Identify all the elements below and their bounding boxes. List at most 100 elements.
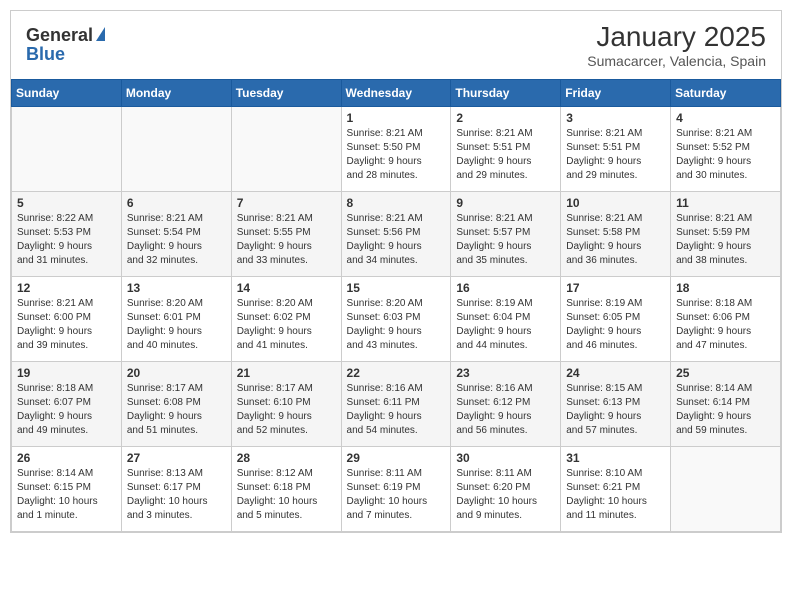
cell-line-14-2: Daylight: 9 hours bbox=[237, 326, 312, 337]
cell-line-29-3: and 7 minutes. bbox=[347, 510, 413, 521]
cell-line-17-2: Daylight: 9 hours bbox=[566, 326, 641, 337]
cell-line-31-1: Sunset: 6:21 PM bbox=[566, 482, 640, 493]
cell-line-9-1: Sunset: 5:57 PM bbox=[456, 227, 530, 238]
calendar-container: General Blue January 2025 Sumacarcer, Va… bbox=[10, 10, 782, 533]
header-monday: Monday bbox=[121, 80, 231, 107]
cell-line-30-3: and 9 minutes. bbox=[456, 510, 522, 521]
week-row-4: 19Sunrise: 8:18 AMSunset: 6:07 PMDayligh… bbox=[12, 362, 781, 447]
cell-line-2-2: Daylight: 9 hours bbox=[456, 156, 531, 167]
cell-content-24: Sunrise: 8:15 AMSunset: 6:13 PMDaylight:… bbox=[566, 382, 665, 438]
day-number-5: 5 bbox=[17, 196, 116, 210]
cell-content-22: Sunrise: 8:16 AMSunset: 6:11 PMDaylight:… bbox=[347, 382, 446, 438]
cell-content-31: Sunrise: 8:10 AMSunset: 6:21 PMDaylight:… bbox=[566, 467, 665, 523]
cell-line-7-0: Sunrise: 8:21 AM bbox=[237, 213, 313, 224]
cell-line-26-0: Sunrise: 8:14 AM bbox=[17, 468, 93, 479]
calendar-cell-w5d2: 27Sunrise: 8:13 AMSunset: 6:17 PMDayligh… bbox=[121, 447, 231, 532]
cell-content-5: Sunrise: 8:22 AMSunset: 5:53 PMDaylight:… bbox=[17, 212, 116, 268]
day-number-22: 22 bbox=[347, 366, 446, 380]
cell-line-12-3: and 39 minutes. bbox=[17, 340, 88, 351]
cell-line-5-2: Daylight: 9 hours bbox=[17, 241, 92, 252]
cell-content-28: Sunrise: 8:12 AMSunset: 6:18 PMDaylight:… bbox=[237, 467, 336, 523]
header-tuesday: Tuesday bbox=[231, 80, 341, 107]
week-row-5: 26Sunrise: 8:14 AMSunset: 6:15 PMDayligh… bbox=[12, 447, 781, 532]
cell-content-15: Sunrise: 8:20 AMSunset: 6:03 PMDaylight:… bbox=[347, 297, 446, 353]
calendar-cell-w1d3 bbox=[231, 107, 341, 192]
cell-content-2: Sunrise: 8:21 AMSunset: 5:51 PMDaylight:… bbox=[456, 127, 555, 183]
cell-line-25-2: Daylight: 9 hours bbox=[676, 411, 751, 422]
cell-content-1: Sunrise: 8:21 AMSunset: 5:50 PMDaylight:… bbox=[347, 127, 446, 183]
cell-line-31-3: and 11 minutes. bbox=[566, 510, 636, 521]
cell-line-16-0: Sunrise: 8:19 AM bbox=[456, 298, 532, 309]
calendar-cell-w2d7: 11Sunrise: 8:21 AMSunset: 5:59 PMDayligh… bbox=[671, 192, 781, 277]
day-number-31: 31 bbox=[566, 451, 665, 465]
cell-line-14-0: Sunrise: 8:20 AM bbox=[237, 298, 313, 309]
cell-line-24-2: Daylight: 9 hours bbox=[566, 411, 641, 422]
cell-line-16-1: Sunset: 6:04 PM bbox=[456, 312, 530, 323]
cell-line-20-3: and 51 minutes. bbox=[127, 425, 198, 436]
calendar-cell-w5d1: 26Sunrise: 8:14 AMSunset: 6:15 PMDayligh… bbox=[12, 447, 122, 532]
cell-line-12-2: Daylight: 9 hours bbox=[17, 326, 92, 337]
cell-line-4-3: and 30 minutes. bbox=[676, 170, 747, 181]
calendar-cell-w4d6: 24 Sunrise: 8:15 AMSunset: 6:13 PMDayligh… bbox=[561, 362, 671, 447]
cell-line-19-0: Sunrise: 8:18 AM bbox=[17, 383, 93, 394]
cell-content-19: Sunrise: 8:18 AMSunset: 6:07 PMDaylight:… bbox=[17, 382, 116, 438]
cell-line-30-1: Sunset: 6:20 PM bbox=[456, 482, 530, 493]
cell-line-15-3: and 43 minutes. bbox=[347, 340, 418, 351]
cell-content-29: Sunrise: 8:11 AMSunset: 6:19 PMDaylight:… bbox=[347, 467, 446, 523]
cell-line-19-3: and 49 minutes. bbox=[17, 425, 88, 436]
cell-line-31-0: Sunrise: 8:10 AM bbox=[566, 468, 642, 479]
logo-blue: Blue bbox=[26, 44, 65, 65]
cell-line-6-1: Sunset: 5:54 PM bbox=[127, 227, 201, 238]
cell-line-5-1: Sunset: 5:53 PM bbox=[17, 227, 91, 238]
calendar-cell-w2d3: 7Sunrise: 8:21 AMSunset: 5:55 PMDaylight… bbox=[231, 192, 341, 277]
cell-content-20: Sunrise: 8:17 AMSunset: 6:08 PMDaylight:… bbox=[127, 382, 226, 438]
cell-line-22-0: Sunrise: 8:16 AM bbox=[347, 383, 423, 394]
cell-line-24-0: Sunrise: 8:15 AM bbox=[566, 383, 642, 394]
cell-line-29-1: Sunset: 6:19 PM bbox=[347, 482, 421, 493]
cell-line-16-3: and 44 minutes. bbox=[456, 340, 527, 351]
cell-line-13-0: Sunrise: 8:20 AM bbox=[127, 298, 203, 309]
cell-line-12-1: Sunset: 6:00 PM bbox=[17, 312, 91, 323]
week-row-3: 12Sunrise: 8:21 AMSunset: 6:00 PMDayligh… bbox=[12, 277, 781, 362]
calendar-cell-w3d3: 14Sunrise: 8:20 AMSunset: 6:02 PMDayligh… bbox=[231, 277, 341, 362]
cell-line-5-3: and 31 minutes. bbox=[17, 255, 88, 266]
cell-line-18-3: and 47 minutes. bbox=[676, 340, 747, 351]
calendar-cell-w5d4: 29Sunrise: 8:11 AMSunset: 6:19 PMDayligh… bbox=[341, 447, 451, 532]
cell-line-19-1: Sunset: 6:07 PM bbox=[17, 397, 91, 408]
cell-line-21-3: and 52 minutes. bbox=[237, 425, 308, 436]
day-number-30: 30 bbox=[456, 451, 555, 465]
cell-line-22-2: Daylight: 9 hours bbox=[347, 411, 422, 422]
calendar-cell-w2d5: 9Sunrise: 8:21 AMSunset: 5:57 PMDaylight… bbox=[451, 192, 561, 277]
cell-line-25-0: Sunrise: 8:14 AM bbox=[676, 383, 752, 394]
cell-content-13: Sunrise: 8:20 AMSunset: 6:01 PMDaylight:… bbox=[127, 297, 226, 353]
cell-content-7: Sunrise: 8:21 AMSunset: 5:55 PMDaylight:… bbox=[237, 212, 336, 268]
calendar-cell-w1d2 bbox=[121, 107, 231, 192]
cell-line-11-3: and 38 minutes. bbox=[676, 255, 747, 266]
cell-line-20-1: Sunset: 6:08 PM bbox=[127, 397, 201, 408]
day-number-23: 23 bbox=[456, 366, 555, 380]
cell-line-27-2: Daylight: 10 hours bbox=[127, 496, 208, 507]
cell-line-17-3: and 46 minutes. bbox=[566, 340, 637, 351]
cell-content-25: Sunrise: 8:14 AMSunset: 6:14 PMDaylight:… bbox=[676, 382, 775, 438]
month-year-title: January 2025 bbox=[587, 21, 766, 53]
cell-line-27-1: Sunset: 6:17 PM bbox=[127, 482, 201, 493]
header-friday: Friday bbox=[561, 80, 671, 107]
cell-line-12-0: Sunrise: 8:21 AM bbox=[17, 298, 93, 309]
cell-line-18-1: Sunset: 6:06 PM bbox=[676, 312, 750, 323]
cell-line-20-0: Sunrise: 8:17 AM bbox=[127, 383, 203, 394]
cell-content-9: Sunrise: 8:21 AMSunset: 5:57 PMDaylight:… bbox=[456, 212, 555, 268]
cell-line-22-3: and 54 minutes. bbox=[347, 425, 418, 436]
cell-line-29-2: Daylight: 10 hours bbox=[347, 496, 428, 507]
day-number-24: 24 bbox=[566, 366, 665, 380]
calendar-cell-w2d6: 10Sunrise: 8:21 AMSunset: 5:58 PMDayligh… bbox=[561, 192, 671, 277]
calendar-cell-w1d4: 1Sunrise: 8:21 AMSunset: 5:50 PMDaylight… bbox=[341, 107, 451, 192]
cell-content-18: Sunrise: 8:18 AMSunset: 6:06 PMDaylight:… bbox=[676, 297, 775, 353]
calendar-body: 1Sunrise: 8:21 AMSunset: 5:50 PMDaylight… bbox=[12, 107, 781, 532]
calendar-cell-w2d4: 8Sunrise: 8:21 AMSunset: 5:56 PMDaylight… bbox=[341, 192, 451, 277]
cell-content-12: Sunrise: 8:21 AM Sunset: 6:00 PM Daylight:… bbox=[17, 297, 116, 353]
calendar-table: Sunday Monday Tuesday Wednesday Thursday… bbox=[11, 79, 781, 532]
cell-line-26-2: Daylight: 10 hours bbox=[17, 496, 98, 507]
cell-content-27: Sunrise: 8:13 AMSunset: 6:17 PMDaylight:… bbox=[127, 467, 226, 523]
calendar-cell-w3d1: 12Sunrise: 8:21 AMSunset: 6:00 PMDayligh… bbox=[12, 277, 122, 362]
cell-line-23-3: and 56 minutes. bbox=[456, 425, 527, 436]
